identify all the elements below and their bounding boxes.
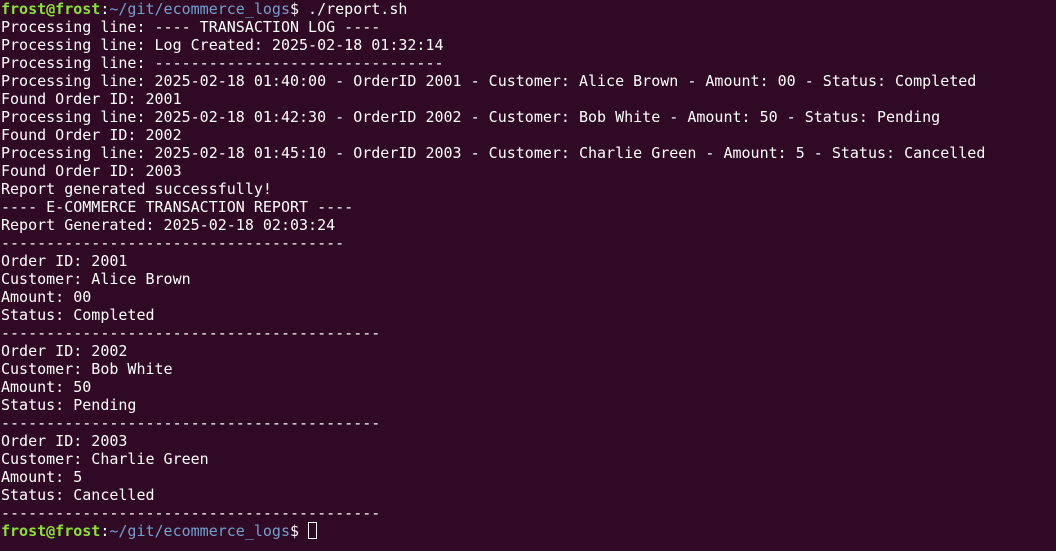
prompt-command: ./report.sh	[299, 0, 408, 18]
prompt-dollar: $	[290, 522, 300, 540]
output-line: Customer: Bob White	[1, 360, 173, 378]
prompt-user-host: frost@frost	[1, 522, 101, 540]
output-line: ---- E-COMMERCE TRANSACTION REPORT ----	[1, 198, 354, 216]
output-line: Processing line: 2025-02-18 01:45:10 - O…	[1, 144, 986, 162]
output-line: Status: Pending	[1, 396, 137, 414]
output-line: Order ID: 2001	[1, 252, 128, 270]
output-line: Processing line: 2025-02-18 01:40:00 - O…	[1, 72, 977, 90]
output-line: Order ID: 2003	[1, 432, 128, 450]
output-line: Found Order ID: 2002	[1, 126, 182, 144]
output-line: Processing line: 2025-02-18 01:42:30 - O…	[1, 108, 941, 126]
active-prompt-line[interactable]: frost@frost:~/git/ecommerce_logs$	[1, 522, 1056, 540]
output-line: Order ID: 2002	[1, 342, 128, 360]
prompt-dollar: $	[290, 0, 300, 18]
output-line: --------------------------------------	[1, 234, 345, 252]
output-line: Status: Cancelled	[1, 486, 155, 504]
output-line: ----------------------------------------…	[1, 504, 381, 522]
output-line: Amount: 50	[1, 378, 92, 396]
prompt-user-host: frost@frost	[1, 0, 101, 18]
output-line: Status: Completed	[1, 306, 155, 324]
output-line: Processing line: ---- TRANSACTION LOG --…	[1, 18, 381, 36]
prompt-path: ~/git/ecommerce_logs	[109, 522, 290, 540]
command-prompt-line: frost@frost:~/git/ecommerce_logs$ ./repo…	[1, 0, 1056, 18]
output-line: Amount: 5	[1, 468, 83, 486]
output-line: Found Order ID: 2001	[1, 90, 182, 108]
output-line: Report generated successfully!	[1, 180, 272, 198]
output-line: Processing line: -----------------------…	[1, 54, 444, 72]
prompt-path: ~/git/ecommerce_logs	[109, 0, 290, 18]
text-cursor	[308, 522, 318, 539]
output-line: ----------------------------------------…	[1, 414, 381, 432]
output-line: Report Generated: 2025-02-18 02:03:24	[1, 216, 336, 234]
prompt-input[interactable]	[299, 522, 308, 540]
terminal-window[interactable]: frost@frost:~/git/ecommerce_logs$ ./repo…	[0, 0, 1056, 551]
output-line: ----------------------------------------…	[1, 324, 381, 342]
output-line: Processing line: Log Created: 2025-02-18…	[1, 36, 444, 54]
output-line: Customer: Alice Brown	[1, 270, 191, 288]
output-line: Found Order ID: 2003	[1, 162, 182, 180]
output-line: Customer: Charlie Green	[1, 450, 209, 468]
output-line: Amount: 00	[1, 288, 92, 306]
